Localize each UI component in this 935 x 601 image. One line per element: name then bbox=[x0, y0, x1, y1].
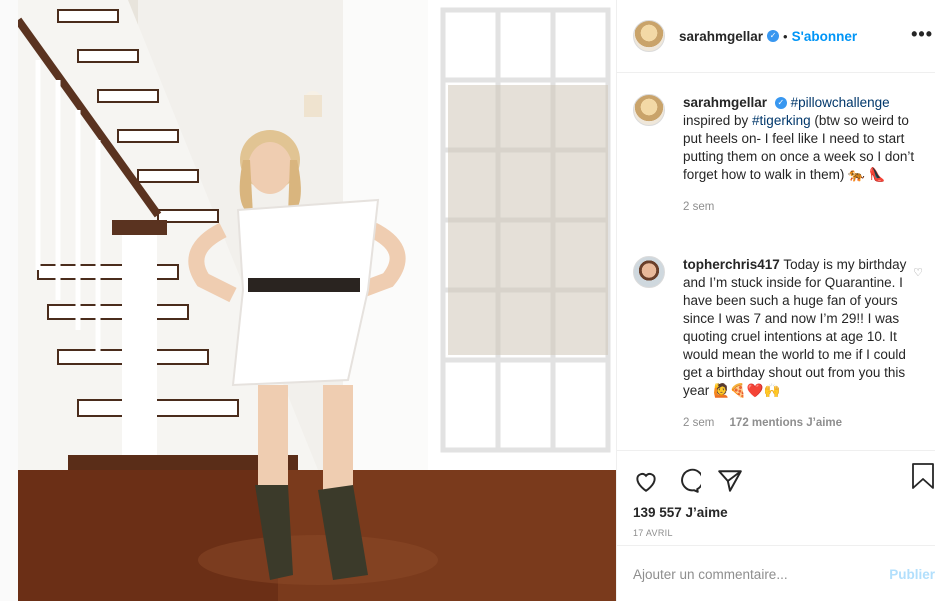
caption-comment: sarahmgellar ✓ #pillowchallenge inspired… bbox=[617, 94, 935, 216]
comment-icon[interactable] bbox=[675, 468, 704, 494]
commenter-avatar[interactable] bbox=[633, 256, 665, 288]
caption-avatar[interactable] bbox=[633, 94, 665, 126]
hashtag-link[interactable]: #tigerking bbox=[752, 113, 811, 128]
verified-badge-icon: ✓ bbox=[767, 30, 780, 42]
separator-dot: • bbox=[783, 28, 788, 44]
more-options-icon[interactable]: ••• bbox=[911, 24, 933, 45]
hashtag-link[interactable]: #pillowchallenge bbox=[791, 95, 890, 110]
verified-badge-icon: ✓ bbox=[774, 97, 787, 110]
comment-likes[interactable]: 172 mentions J’aime bbox=[730, 417, 843, 429]
share-icon[interactable] bbox=[717, 468, 743, 494]
post-photo[interactable] bbox=[18, 0, 616, 601]
post-side-panel: sarahmgellar ✓ • S'abonner ••• sarahmgel… bbox=[616, 0, 935, 601]
author-avatar[interactable] bbox=[633, 20, 665, 52]
follow-button[interactable]: S'abonner bbox=[792, 29, 857, 44]
heart-icon[interactable] bbox=[633, 468, 659, 494]
comment-item: topherchris417 Today is my birthday and … bbox=[617, 256, 935, 432]
post-date: 17 AVRIL bbox=[633, 528, 673, 538]
action-icons bbox=[617, 451, 935, 501]
bookmark-icon[interactable] bbox=[911, 463, 935, 489]
caption-text: sarahmgellar ✓ #pillowchallenge inspired… bbox=[683, 94, 919, 216]
add-comment-bar: Ajouter un commentaire... Publier bbox=[617, 545, 935, 601]
header-user: sarahmgellar ✓ • S'abonner bbox=[679, 29, 857, 44]
photo-illustration bbox=[18, 0, 616, 601]
comment-body: Today is my birthday and I’m stuck insid… bbox=[683, 257, 907, 398]
comment-input[interactable]: Ajouter un commentaire... bbox=[633, 567, 788, 582]
publish-button[interactable]: Publier bbox=[889, 567, 935, 582]
comments-list[interactable]: sarahmgellar ✓ #pillowchallenge inspired… bbox=[617, 74, 935, 450]
commenter-username[interactable]: topherchris417 bbox=[683, 257, 780, 272]
post-header: sarahmgellar ✓ • S'abonner ••• bbox=[617, 0, 935, 73]
comment-text: topherchris417 Today is my birthday and … bbox=[683, 256, 919, 432]
author-username[interactable]: sarahmgellar bbox=[679, 29, 763, 44]
caption-time[interactable]: 2 sem bbox=[683, 198, 919, 216]
like-count[interactable]: 139 557 J’aime bbox=[617, 505, 935, 520]
caption-body-a: inspired by bbox=[683, 113, 753, 128]
post-actions: 139 557 J’aime 17 AVRIL Ajouter un comme… bbox=[617, 450, 935, 601]
caption-username[interactable]: sarahmgellar bbox=[683, 95, 767, 110]
comment-time[interactable]: 2 sem bbox=[683, 417, 714, 429]
small-heart-icon[interactable]: ♡ bbox=[913, 266, 923, 279]
comment-meta: 2 sem 172 mentions J’aime bbox=[683, 414, 919, 432]
